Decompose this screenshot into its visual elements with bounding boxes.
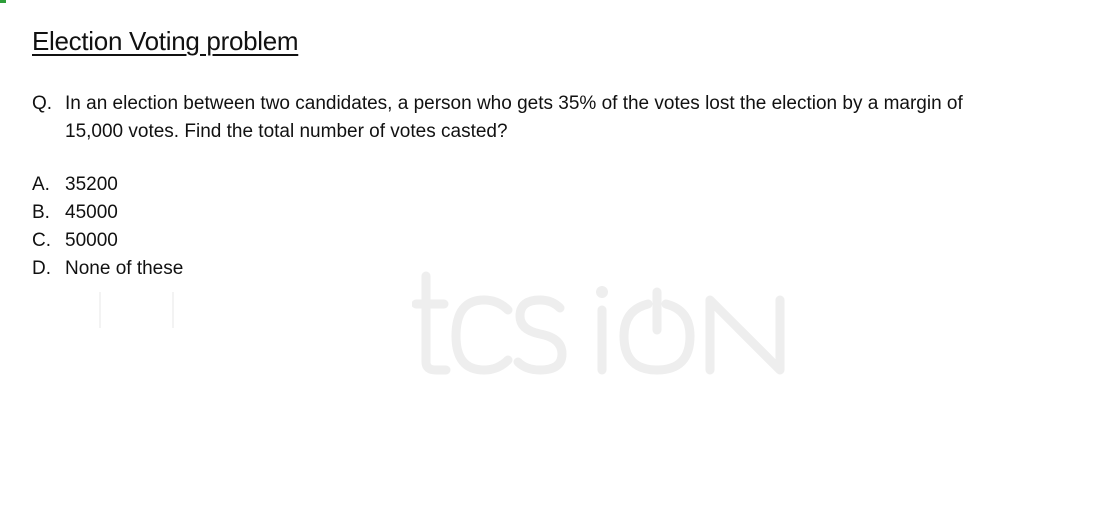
option-c: C. 50000 [32,227,183,255]
options-list: A. 35200 B. 45000 C. 50000 D. None of th… [32,171,183,283]
question-block: Q. In an election between two candidates… [32,90,1092,146]
question-line-2: 15,000 votes. Find the total number of v… [65,121,508,142]
option-text: 50000 [65,230,118,251]
option-a: A. 35200 [32,171,183,199]
option-text: 45000 [65,202,118,223]
option-text: 35200 [65,174,118,195]
question-label: Q. [32,93,53,114]
tcs-ion-watermark-logo [412,262,802,382]
question-line-1: In an election between two candidates, a… [65,93,963,114]
option-d: D. None of these [32,255,183,283]
option-letter: A. [32,174,50,195]
page-title: Election Voting problem [32,26,299,56]
watermark-graphic [412,271,785,375]
option-letter: C. [32,230,51,251]
option-letter: B. [32,202,50,223]
option-b: B. 45000 [32,199,183,227]
question-text: In an election between two candidates, a… [65,90,1092,146]
corner-mark [0,0,6,3]
option-letter: D. [32,258,51,279]
option-text: None of these [65,258,184,279]
faint-watermark-lines [99,292,174,328]
